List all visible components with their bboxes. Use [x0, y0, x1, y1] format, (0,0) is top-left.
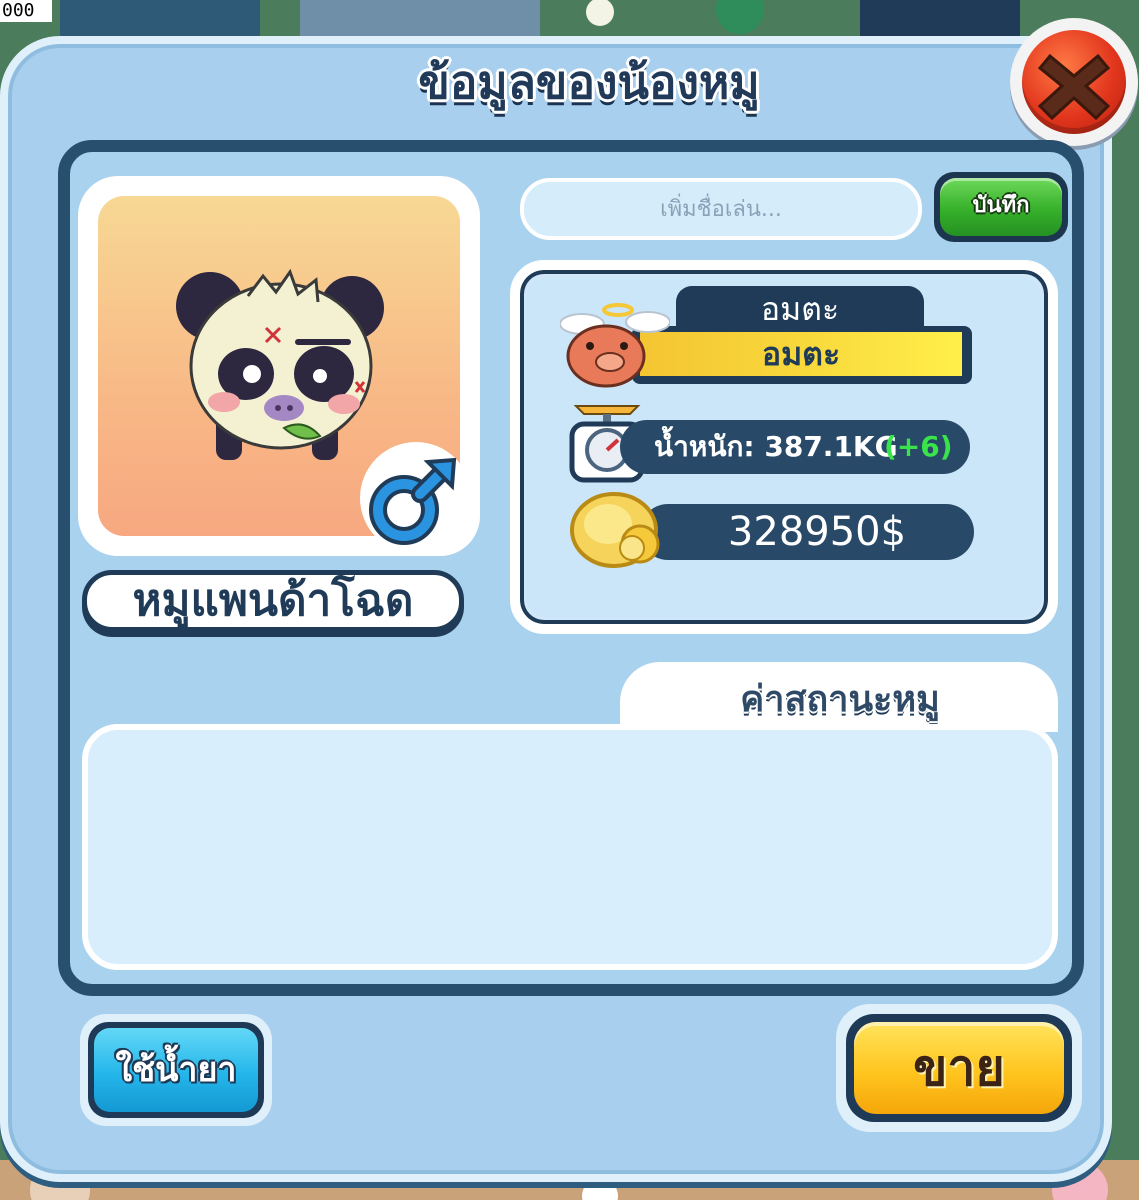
save-nickname-button[interactable]: บันทึก: [934, 172, 1068, 242]
status-bar: อมตะ: [632, 326, 972, 384]
angel-pig-icon: [559, 300, 671, 392]
sell-button[interactable]: ขาย: [836, 1004, 1082, 1132]
pig-name-label: หมูแพนด้าโฉด: [82, 570, 464, 632]
dialog-title: ข้อมูลของน้องหมู: [418, 55, 760, 109]
save-button-label: บันทึก: [940, 178, 1062, 236]
sell-button-frame: ขาย: [846, 1014, 1072, 1122]
male-symbol-icon: [358, 440, 474, 556]
use-potion-button[interactable]: ใช้น้ำยา: [80, 1014, 272, 1126]
gold-coin-icon: [568, 488, 666, 572]
nickname-input[interactable]: [520, 178, 922, 240]
status-value: อมตะ: [640, 332, 962, 376]
use-potion-button-frame: ใช้น้ำยา: [88, 1022, 264, 1118]
stats-tab-label: ค่าสถานะหมู: [740, 679, 940, 720]
close-button[interactable]: [1010, 18, 1138, 146]
weight-delta: (+6): [884, 430, 953, 463]
corner-counter: 000: [0, 0, 52, 22]
weight-label: น้ำหนัก: 387.1KG: [654, 430, 898, 463]
use-potion-label: ใช้น้ำยา: [94, 1028, 258, 1112]
stats-area: [82, 724, 1058, 970]
close-x-icon: [1022, 30, 1126, 134]
weight-pill: น้ำหนัก: 387.1KG (+6): [620, 420, 970, 474]
sell-label: ขาย: [854, 1022, 1064, 1114]
money-value: 328950$: [640, 504, 974, 560]
stats-tab: ค่าสถานะหมู: [620, 662, 1058, 732]
